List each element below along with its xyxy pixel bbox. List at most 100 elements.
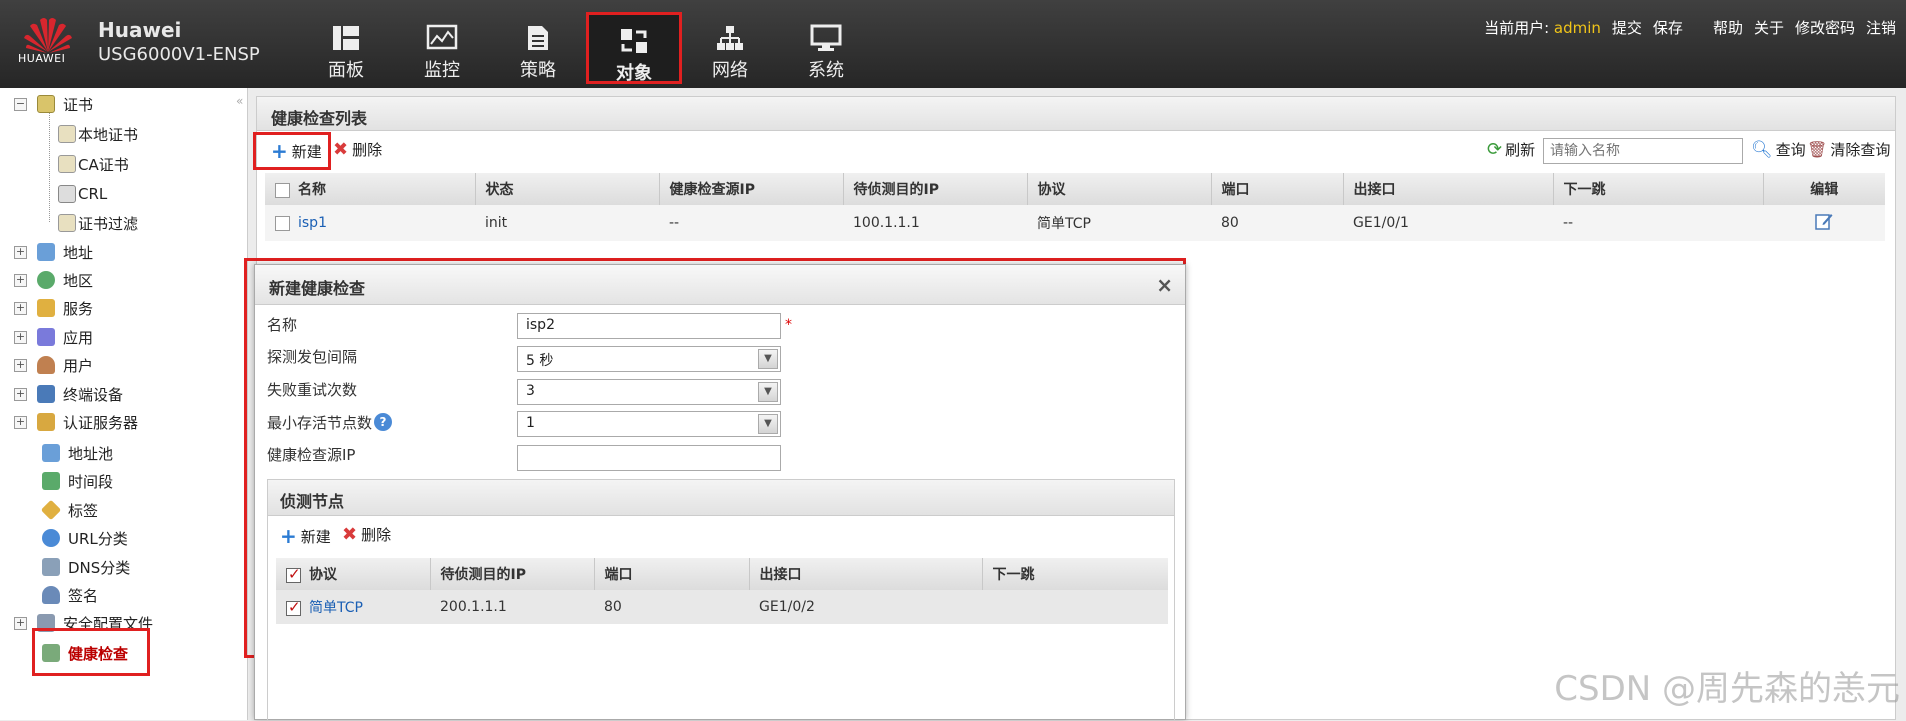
column-port[interactable]: 端口 xyxy=(1211,173,1344,205)
nav-system[interactable]: 系统 xyxy=(778,12,874,84)
column-interface[interactable]: 出接口 xyxy=(1343,173,1554,205)
retries-label: 失败重试次数 xyxy=(267,380,358,399)
chevron-down-icon[interactable]: ▼ xyxy=(758,349,778,369)
sidebar-item-application[interactable]: + 应用 xyxy=(14,325,93,349)
sidebar-item-address[interactable]: + 地址 xyxy=(14,240,93,264)
collapse-icon[interactable]: − xyxy=(14,97,27,111)
retries-select[interactable]: 3 ▼ xyxy=(517,379,781,405)
refresh-button[interactable]: ⟳ 刷新 xyxy=(1487,139,1535,160)
about-link[interactable]: 关于 xyxy=(1754,17,1784,38)
nav-object[interactable]: 对象 xyxy=(586,12,682,84)
sidebar-item-user[interactable]: + 用户 xyxy=(14,353,93,377)
column-source-ip[interactable]: 健康检查源IP xyxy=(659,173,844,205)
expand-icon[interactable]: + xyxy=(14,330,27,344)
delete-button[interactable]: ✖ 删除 xyxy=(333,139,382,160)
submit-link[interactable]: 提交 xyxy=(1612,17,1642,38)
column-name[interactable]: 名称 xyxy=(265,173,476,205)
sidebar-item-health-check[interactable]: 健康检查 xyxy=(42,641,128,665)
sidebar-item-terminal[interactable]: + 终端设备 xyxy=(14,382,123,406)
table-row[interactable]: isp1 init -- 100.1.1.1 简单TCP 80 GE1/0/1 … xyxy=(265,205,1885,241)
new-button[interactable]: + 新建 xyxy=(271,139,322,163)
row-checkbox[interactable] xyxy=(275,215,290,231)
select-all-checkbox[interactable] xyxy=(275,182,290,198)
sidebar-item-service[interactable]: + 服务 xyxy=(14,296,93,320)
source-ip-label: 健康检查源IP xyxy=(267,445,356,464)
logout-link[interactable]: 注销 xyxy=(1866,17,1896,38)
column-dest-ip[interactable]: 待侦测目的IP xyxy=(430,558,595,590)
min-alive-select[interactable]: 1 ▼ xyxy=(517,411,781,437)
column-port[interactable]: 端口 xyxy=(594,558,750,590)
edit-icon[interactable] xyxy=(1815,212,1833,230)
sidebar-item-crl[interactable]: CRL xyxy=(58,182,107,206)
expand-icon[interactable]: + xyxy=(14,301,27,315)
expand-icon[interactable]: + xyxy=(14,358,27,372)
sidebar-item-auth-server[interactable]: + 认证服务器 xyxy=(14,410,138,434)
signature-icon xyxy=(42,586,60,604)
detect-delete-button[interactable]: ✖ 删除 xyxy=(342,524,391,545)
column-protocol[interactable]: 协议 xyxy=(276,558,431,590)
help-link[interactable]: 帮助 xyxy=(1713,17,1743,38)
user-icon xyxy=(37,356,55,374)
change-password-link[interactable]: 修改密码 xyxy=(1795,17,1855,38)
column-protocol[interactable]: 协议 xyxy=(1027,173,1212,205)
name-field[interactable]: isp2 xyxy=(517,313,781,339)
expand-icon[interactable]: + xyxy=(14,415,27,429)
column-next-hop[interactable]: 下一跳 xyxy=(1553,173,1764,205)
help-icon[interactable]: ? xyxy=(374,413,393,431)
expand-icon[interactable]: + xyxy=(14,387,27,401)
sidebar-item-ca-cert[interactable]: CA证书 xyxy=(58,152,129,176)
interval-select[interactable]: 5 秒 ▼ xyxy=(517,346,781,372)
chevron-down-icon[interactable]: ▼ xyxy=(758,414,778,434)
expand-icon[interactable]: + xyxy=(14,273,27,287)
row-checkbox[interactable] xyxy=(286,598,301,616)
sidebar-item-url-category[interactable]: URL分类 xyxy=(42,526,128,550)
select-all-checkbox[interactable] xyxy=(286,565,301,583)
nav-network[interactable]: 网络 xyxy=(682,12,778,84)
sidebar-item-cert-filter[interactable]: 证书过滤 xyxy=(58,211,138,235)
nav-dashboard[interactable]: 面板 xyxy=(298,12,394,84)
row-protocol-link[interactable]: 简单TCP xyxy=(309,600,363,616)
row-dest-ip: 100.1.1.1 xyxy=(843,205,1027,241)
detect-new-button[interactable]: + 新建 xyxy=(280,524,331,548)
sidebar-item-tag[interactable]: 标签 xyxy=(40,498,98,522)
device-model: USG6000V1-ENSP xyxy=(98,44,260,65)
column-next-hop[interactable]: 下一跳 xyxy=(982,558,1168,590)
row-name-link[interactable]: isp1 xyxy=(298,215,327,231)
sidebar-item-dns-category[interactable]: DNS分类 xyxy=(42,555,130,579)
watermark: CSDN @周先森的恙元 xyxy=(1554,669,1900,709)
column-interface[interactable]: 出接口 xyxy=(749,558,983,590)
query-button[interactable]: 🔍︎ 查询 xyxy=(1751,139,1806,160)
sidebar-item-local-cert[interactable]: 本地证书 xyxy=(58,122,138,146)
expand-icon[interactable]: + xyxy=(14,245,27,259)
collapse-sidebar-icon[interactable]: « xyxy=(236,94,243,108)
sidebar-item-signature[interactable]: 签名 xyxy=(42,583,98,607)
monitor-icon xyxy=(426,24,458,50)
source-ip-field[interactable] xyxy=(517,445,781,471)
tag-icon xyxy=(40,499,62,521)
clear-query-button[interactable]: 🗑︎ 清除查询 xyxy=(1807,139,1890,160)
table-header: 协议 待侦测目的IP 端口 出接口 下一跳 xyxy=(276,558,1168,590)
column-dest-ip[interactable]: 待侦测目的IP xyxy=(843,173,1028,205)
dashboard-icon xyxy=(333,26,359,50)
row-protocol-cell: 简单TCP xyxy=(276,590,430,624)
sidebar-item-label: 健康检查 xyxy=(68,644,129,663)
nav-monitor[interactable]: 监控 xyxy=(394,12,490,84)
sidebar-item-region[interactable]: + 地区 xyxy=(14,268,93,292)
clear-query-button-label: 清除查询 xyxy=(1830,141,1891,159)
sidebar-item-certificate[interactable]: − 证书 xyxy=(14,92,93,116)
chevron-down-icon[interactable]: ▼ xyxy=(758,382,778,402)
nav-policy[interactable]: 策略 xyxy=(490,12,586,84)
min-alive-label: 最小存活节点数? xyxy=(267,409,393,435)
expand-icon[interactable]: + xyxy=(14,616,27,630)
nav-label: 系统 xyxy=(808,60,844,81)
detect-new-label: 新建 xyxy=(300,527,331,546)
table-row[interactable]: 简单TCP 200.1.1.1 80 GE1/0/2 xyxy=(276,590,1168,624)
sidebar-item-address-pool[interactable]: 地址池 xyxy=(42,441,113,465)
certificate-icon xyxy=(37,95,55,113)
column-status[interactable]: 状态 xyxy=(475,173,660,205)
save-link[interactable]: 保存 xyxy=(1653,17,1683,38)
close-icon[interactable]: × xyxy=(1156,273,1173,297)
sidebar-item-time-range[interactable]: 时间段 xyxy=(42,469,113,493)
time-range-icon xyxy=(42,472,60,490)
search-input[interactable] xyxy=(1543,138,1743,164)
